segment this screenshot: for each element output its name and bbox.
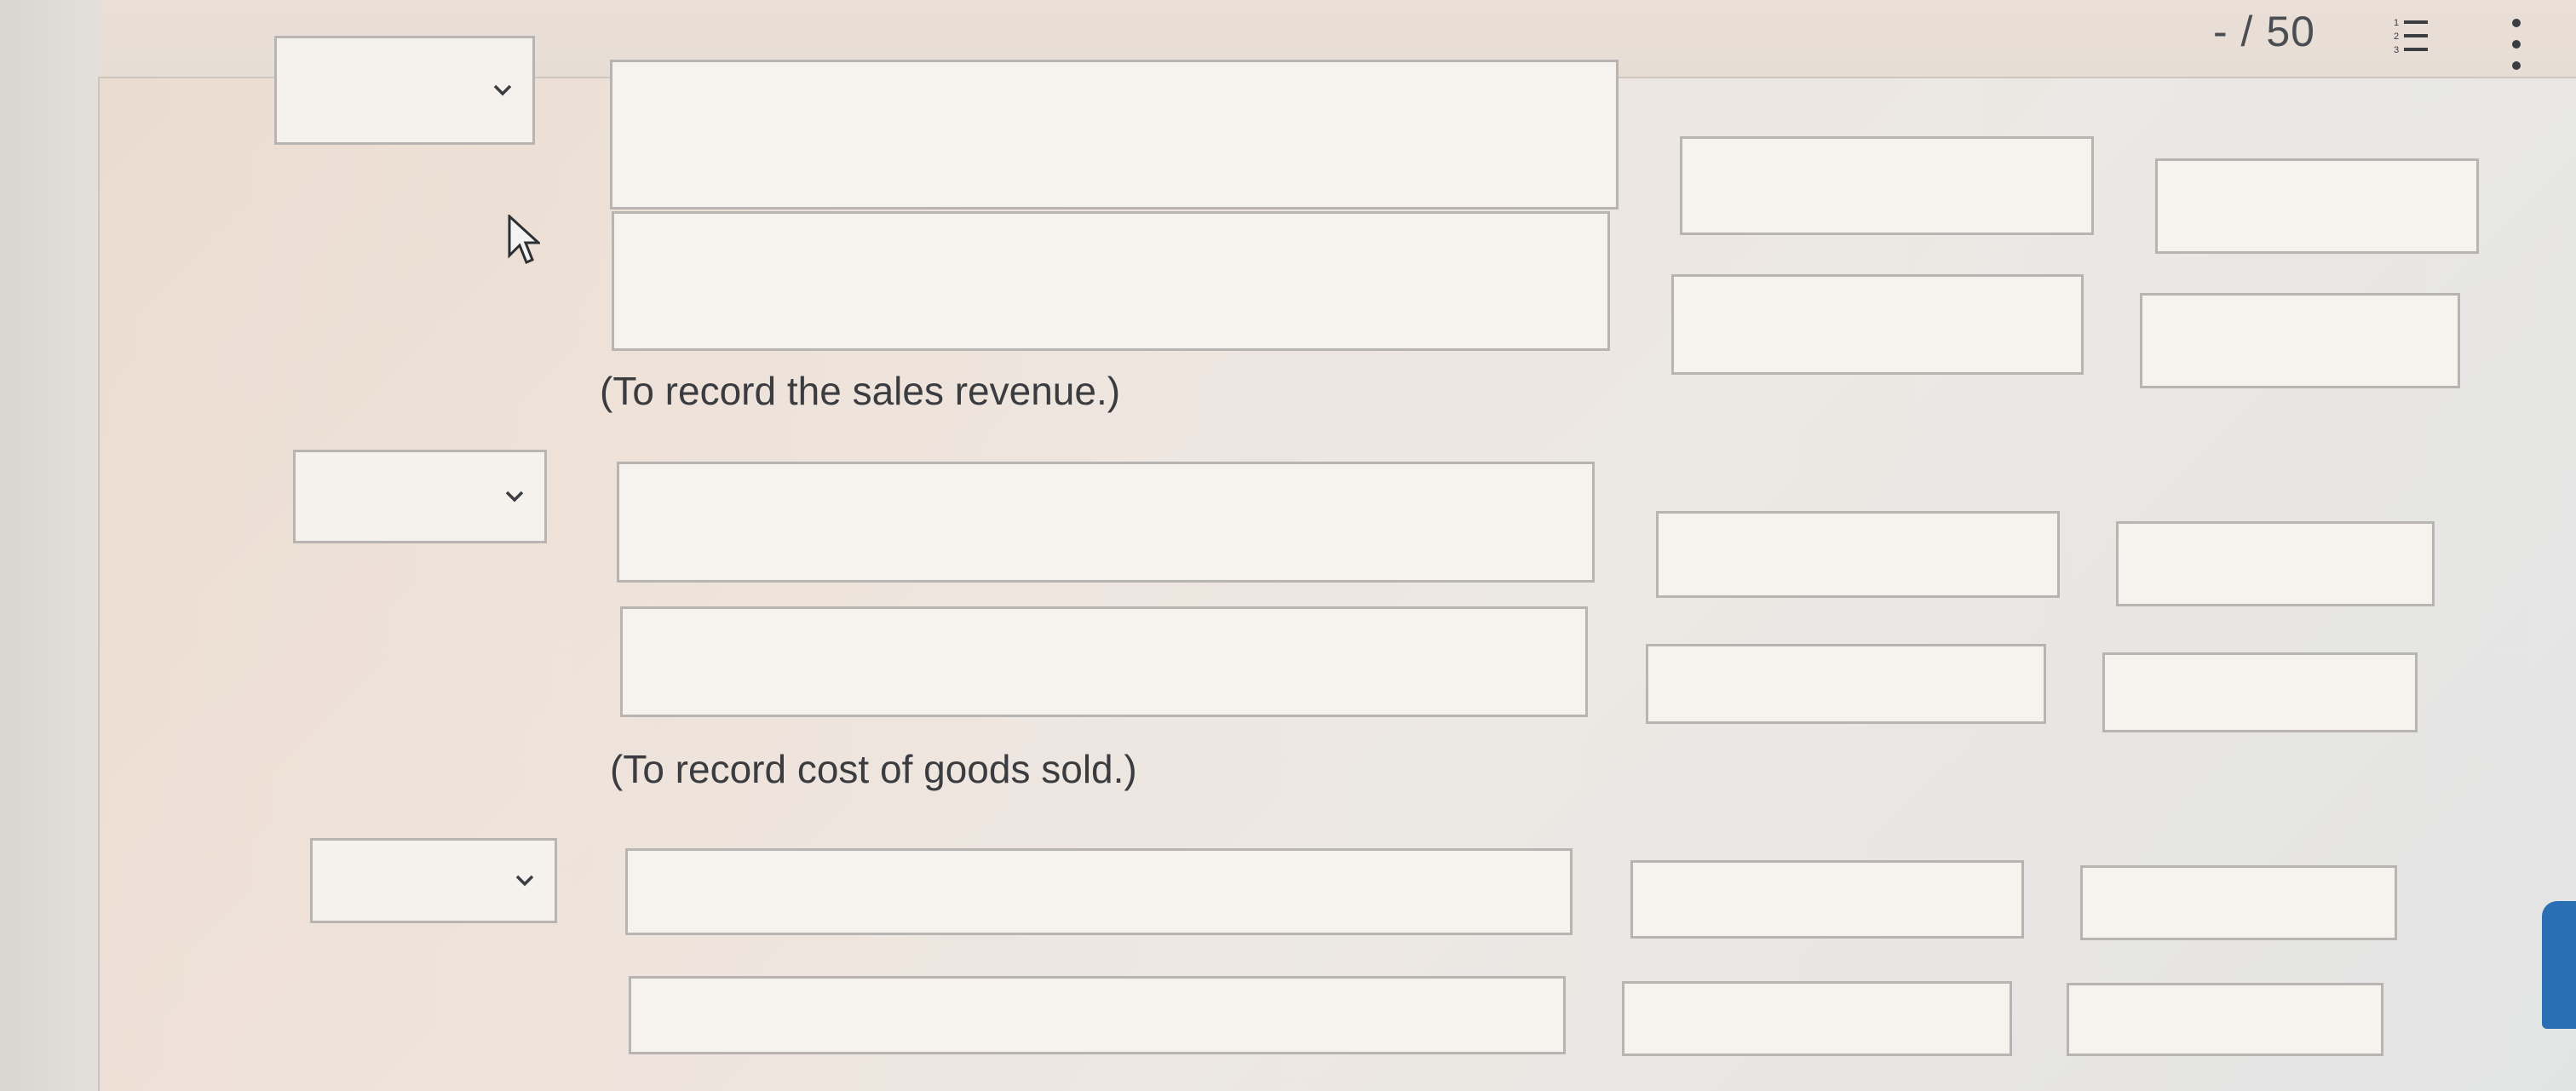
date-select-2[interactable] [293,450,547,543]
svg-text:1: 1 [2394,18,2399,28]
date-select-3[interactable] [310,838,557,923]
chevron-down-icon [515,875,534,887]
side-panel-tab[interactable] [2542,901,2576,1029]
credit-input-3a[interactable] [2080,865,2397,940]
account-input-2a[interactable] [617,462,1595,583]
credit-input-1b[interactable] [2140,293,2460,388]
chevron-down-icon [493,84,512,96]
debit-input-1b[interactable] [1671,274,2084,375]
credit-input-2a[interactable] [2116,521,2435,606]
account-input-1a[interactable] [610,60,1619,210]
mouse-pointer-icon [508,215,540,264]
debit-input-2b[interactable] [1646,644,2046,724]
date-select-1[interactable] [274,36,535,145]
account-input-2b[interactable] [620,606,1588,717]
debit-input-3b[interactable] [1622,981,2012,1056]
debit-input-3a[interactable] [1630,860,2024,939]
svg-text:2: 2 [2394,32,2399,42]
account-input-3a[interactable] [625,848,1573,935]
account-input-1b[interactable] [612,211,1610,351]
debit-input-2a[interactable] [1656,511,2060,598]
journal-note-1: (To record the sales revenue.) [600,369,1121,413]
credit-input-2b[interactable] [2102,652,2418,732]
account-input-3b[interactable] [629,976,1566,1054]
more-vertical-icon[interactable] [2510,19,2523,70]
svg-text:3: 3 [2394,45,2399,55]
chevron-down-icon [505,491,524,502]
score-display: - / 50 [2213,8,2315,55]
left-panel [0,0,100,1091]
debit-input-1a[interactable] [1680,136,2094,235]
journal-note-2: (To record cost of goods sold.) [610,747,1137,791]
list-icon[interactable]: 1 2 3 [2392,14,2429,60]
credit-input-3b[interactable] [2067,983,2383,1056]
screen: - / 50 1 2 3 (To record the sales revenu… [0,0,2576,1091]
credit-input-1a[interactable] [2155,158,2479,254]
